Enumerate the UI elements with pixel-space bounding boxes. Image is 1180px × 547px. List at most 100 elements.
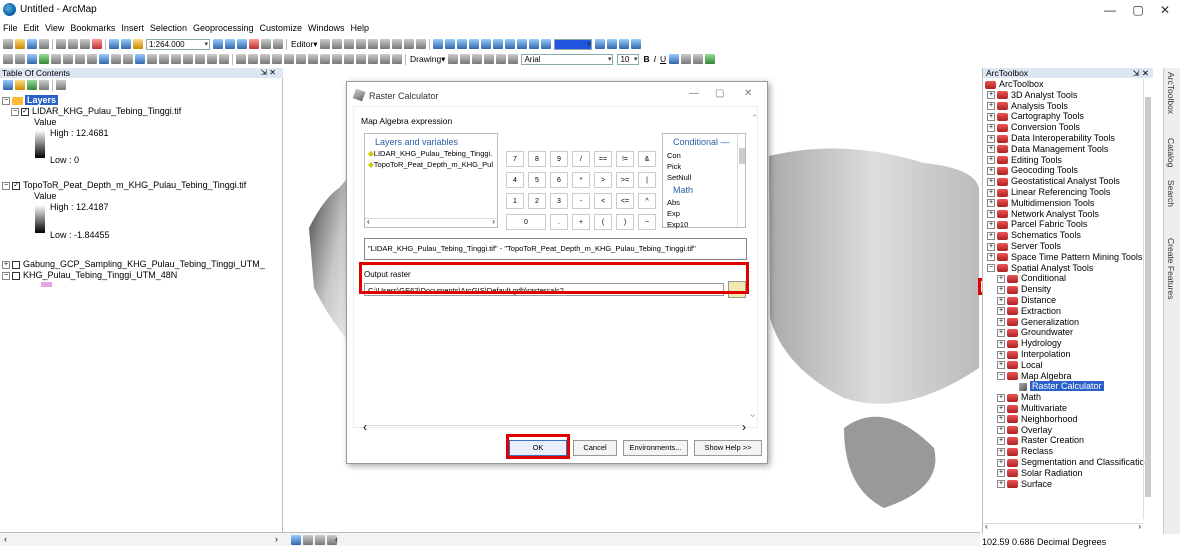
environments-button[interactable]: Environments... (623, 440, 688, 456)
tools-list[interactable]: Conditional — Con Pick SetNull Math Abs … (662, 133, 746, 229)
report-icon[interactable] (493, 39, 504, 49)
scale-combo[interactable]: 1:264.000 (146, 38, 210, 50)
tool-pick[interactable]: Pick (667, 162, 681, 171)
expand-icon[interactable]: + (997, 307, 1005, 316)
html-popup-icon[interactable] (159, 54, 169, 64)
key-decimal[interactable]: . (550, 214, 568, 230)
zoom-out-icon[interactable] (15, 54, 25, 64)
geodb-icon[interactable] (380, 54, 390, 64)
collapse-icon[interactable]: − (987, 264, 995, 273)
scroll-right-icon[interactable]: › (492, 217, 495, 226)
expand-icon[interactable]: + (987, 156, 995, 165)
toolset-reclass[interactable]: + Reclass (997, 446, 1053, 457)
expand-icon[interactable]: + (987, 242, 995, 251)
key-9[interactable]: 9 (550, 151, 568, 167)
effects2-icon[interactable] (356, 54, 366, 64)
key-greater[interactable]: > (594, 172, 612, 188)
list-by-source-icon[interactable] (15, 80, 25, 90)
toolbox-item-schematics-tools[interactable]: + Schematics Tools (987, 230, 1081, 241)
network-icon[interactable] (320, 54, 330, 64)
straight-segment-icon[interactable] (344, 39, 355, 49)
data-view-icon[interactable] (291, 535, 301, 545)
toolbox-item-data-interoperability-tools[interactable]: + Data Interoperability Tools (987, 133, 1115, 144)
key-not[interactable]: ~ (638, 214, 656, 230)
toolset-hydrology[interactable]: + Hydrology (997, 338, 1062, 349)
collapse-icon[interactable]: − (2, 96, 10, 105)
scroll-thumb[interactable] (1145, 97, 1151, 497)
expand-icon[interactable]: + (987, 199, 995, 208)
menu-geoprocessing[interactable]: Geoprocessing (190, 21, 257, 35)
scroll-right-icon[interactable]: › (742, 420, 746, 434)
key-and[interactable]: & (638, 151, 656, 167)
underline-icon[interactable]: U (660, 54, 666, 64)
dialog-maximize-icon[interactable]: ▢ (715, 88, 724, 99)
toolbox-item-data-management-tools[interactable]: + Data Management Tools (987, 144, 1108, 155)
paste-icon[interactable] (80, 39, 90, 49)
layer-visibility-checkbox[interactable] (12, 271, 20, 280)
print-icon[interactable] (39, 39, 49, 49)
tool-exp[interactable]: Exp (667, 209, 680, 218)
zoom-layer-icon[interactable] (607, 39, 618, 49)
toolbox-item-conversion-tools[interactable]: + Conversion Tools (987, 122, 1080, 133)
cut-icon[interactable] (56, 39, 66, 49)
expand-icon[interactable]: + (987, 231, 995, 240)
toolset-distance[interactable]: + Distance (997, 295, 1056, 306)
toolbox-vscrollbar[interactable] (1143, 79, 1152, 519)
editor-toolbar-icon[interactable] (213, 39, 223, 49)
layer-variable-topotor[interactable]: ◆TopoToR_Peat_Depth_m_KHG_Pul (368, 160, 498, 169)
toolbox-item-network-analyst-tools[interactable]: + Network Analyst Tools (987, 209, 1099, 220)
refresh-icon[interactable] (315, 535, 325, 545)
add-data-icon[interactable] (133, 39, 143, 49)
toolbox-pin-close-icon[interactable]: ⇲ ✕ (1132, 68, 1149, 78)
expand-icon[interactable]: + (997, 437, 1005, 446)
menu-bookmarks[interactable]: Bookmarks (67, 21, 118, 35)
toolset-overlay[interactable]: + Overlay (997, 425, 1052, 436)
scroll-thumb[interactable] (739, 148, 745, 164)
hyperlink-icon[interactable] (147, 54, 157, 64)
key-2[interactable]: 2 (528, 193, 546, 209)
expand-icon[interactable]: + (997, 458, 1005, 467)
identify-icon[interactable] (135, 54, 145, 64)
list-by-drawing-order-icon[interactable] (3, 80, 13, 90)
menu-view[interactable]: View (42, 21, 67, 35)
advanced-edit-icon[interactable] (260, 54, 270, 64)
expand-icon[interactable]: + (987, 177, 995, 186)
key-not-equal[interactable]: != (616, 151, 634, 167)
copy-icon[interactable] (68, 39, 78, 49)
expand-icon[interactable]: + (2, 260, 10, 269)
clear-selection-icon[interactable] (111, 54, 121, 64)
menu-customize[interactable]: Customize (257, 21, 306, 35)
toolset-surface[interactable]: + Surface (997, 479, 1052, 490)
cancel-button[interactable]: Cancel (573, 440, 617, 456)
toc-scroll-left-icon[interactable]: ‹ (4, 534, 7, 544)
edit-tool-icon[interactable] (320, 39, 331, 49)
toc-scroll-right-icon[interactable]: › (275, 534, 278, 544)
toolset-interpolation[interactable]: + Interpolation (997, 349, 1071, 360)
key-1[interactable]: 1 (506, 193, 524, 209)
key-multiply[interactable]: * (572, 172, 590, 188)
fixed-zoom-out-icon[interactable] (63, 54, 73, 64)
expand-icon[interactable]: + (997, 296, 1005, 305)
menu-file[interactable]: File (0, 21, 21, 35)
toolset-density[interactable]: + Density (997, 284, 1051, 295)
minimize-icon[interactable]: — (1100, 2, 1120, 18)
tool-abs[interactable]: Abs (667, 198, 680, 207)
table-icon[interactable] (469, 39, 480, 49)
delete-icon[interactable] (92, 39, 102, 49)
forward-icon[interactable] (87, 54, 97, 64)
key-less-equal[interactable]: <= (616, 193, 634, 209)
raster-icon[interactable] (308, 54, 318, 64)
toc-options-icon[interactable] (56, 80, 66, 90)
expand-icon[interactable]: + (987, 145, 995, 154)
collapse-icon[interactable]: − (11, 107, 19, 116)
key-or[interactable]: | (638, 172, 656, 188)
layer-icon[interactable] (445, 39, 456, 49)
key-greater-equal[interactable]: >= (616, 172, 634, 188)
redo-icon[interactable] (121, 39, 131, 49)
key-6[interactable]: 6 (550, 172, 568, 188)
layer-visibility-checkbox[interactable] (12, 260, 20, 269)
toolset-conditional[interactable]: + Conditional (997, 273, 1066, 284)
trace-icon[interactable] (368, 39, 379, 49)
key-0[interactable]: 0 (506, 214, 546, 230)
map-scroll-left-icon[interactable]: ‹ (335, 534, 338, 544)
